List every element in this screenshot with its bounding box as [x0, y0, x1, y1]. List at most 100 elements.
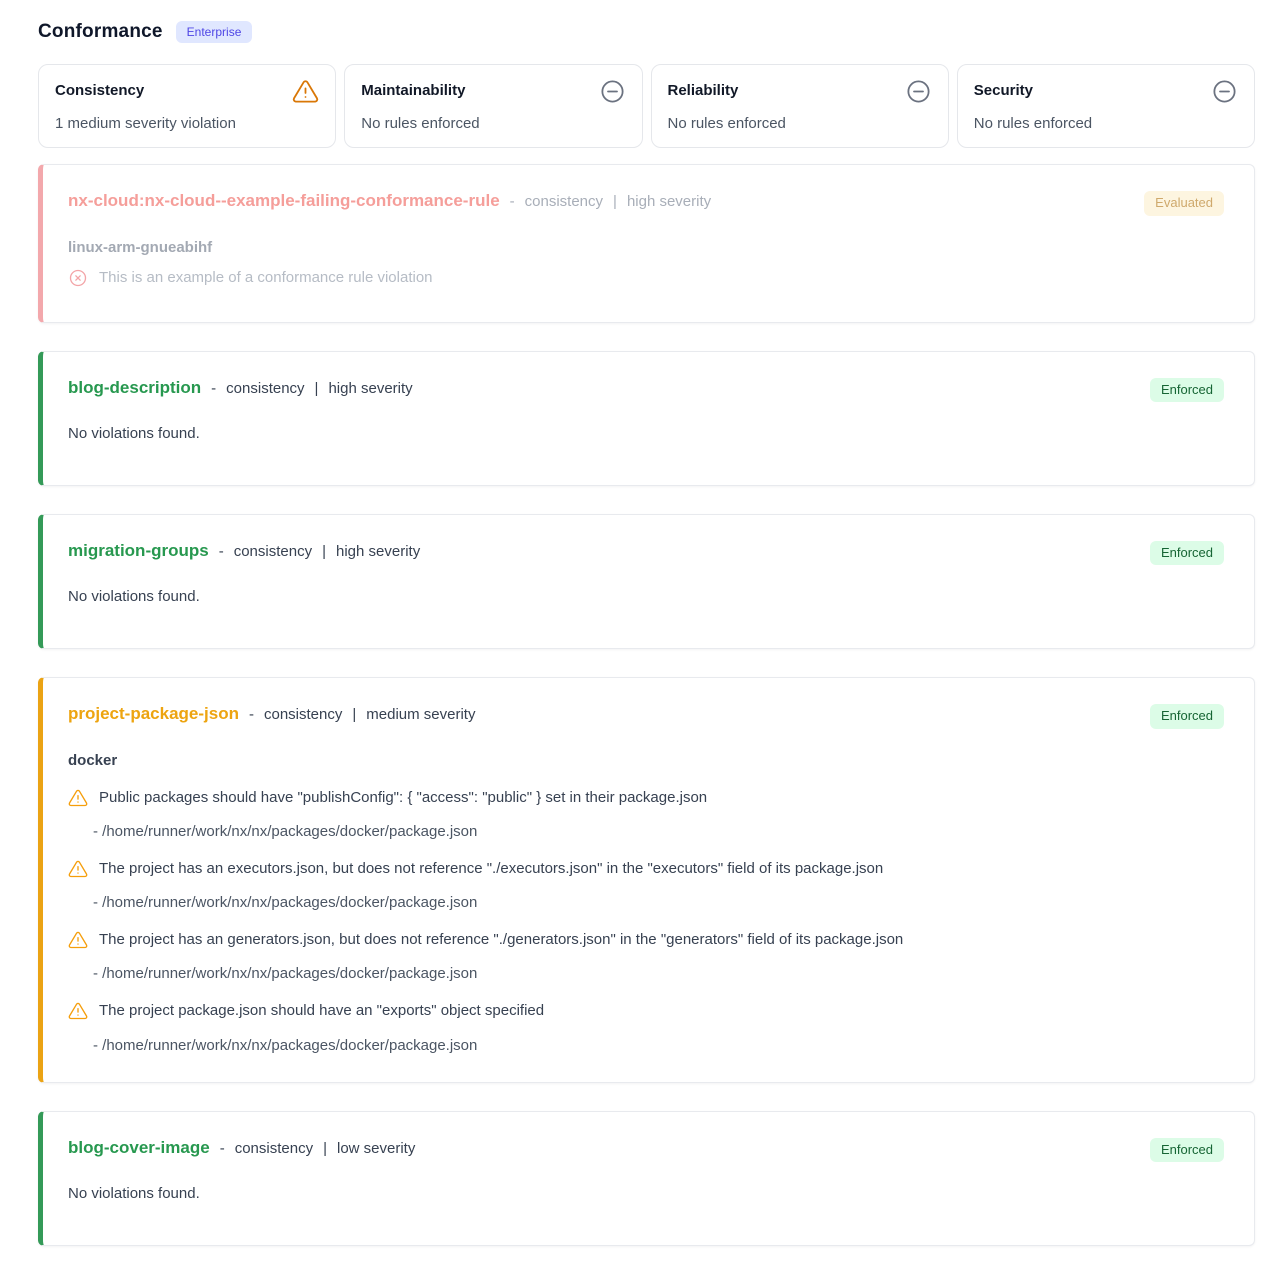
violation-file-path: - /home/runner/work/nx/nx/packages/docke… [68, 1037, 1224, 1054]
enterprise-plan-badge: Enterprise [176, 21, 253, 43]
rule-status-badge: Enforced [1150, 1138, 1224, 1162]
minus-circle-icon [599, 78, 626, 105]
rule-card: blog-cover-image - consistency | low sev… [38, 1111, 1255, 1246]
rule-card-header: migration-groups - consistency | high se… [68, 541, 1224, 565]
meta-dash-separator: - [510, 193, 515, 210]
conformance-page: Conformance Enterprise Consistency 1 med… [0, 0, 1287, 1286]
minus-circle-icon [905, 78, 932, 105]
page-title: Conformance [38, 21, 163, 43]
rule-category: consistency [525, 193, 603, 210]
rule-severity: high severity [328, 380, 412, 397]
meta-pipe-separator: | [323, 1140, 327, 1157]
rules-list: nx-cloud:nx-cloud--example-failing-confo… [38, 164, 1255, 1246]
violation-file-path: - /home/runner/work/nx/nx/packages/docke… [68, 894, 1224, 911]
rule-status-badge: Enforced [1150, 541, 1224, 565]
rule-severity: low severity [337, 1140, 415, 1157]
warning-triangle-icon [68, 788, 88, 814]
category-status: No rules enforced [361, 115, 625, 132]
rule-card: blog-description - consistency | high se… [38, 351, 1255, 486]
project-name: linux-arm-gnueabihf [68, 239, 1224, 256]
rule-title-row: migration-groups - consistency | high se… [68, 541, 420, 561]
category-status: No rules enforced [974, 115, 1238, 132]
violation-message-row: This is an example of a conformance rule… [68, 268, 1224, 294]
category-label: Maintainability [361, 78, 465, 99]
meta-pipe-separator: | [315, 380, 319, 397]
rule-name-link[interactable]: nx-cloud:nx-cloud--example-failing-confo… [68, 191, 500, 211]
project-name: docker [68, 752, 1224, 769]
violation-message: This is an example of a conformance rule… [99, 268, 433, 288]
rule-status-badge: Enforced [1150, 704, 1224, 728]
rule-card-body: No violations found. [68, 1185, 1224, 1202]
violation-message: Public packages should have "publishConf… [99, 788, 707, 808]
category-status: No rules enforced [668, 115, 932, 132]
rule-card-body: No violations found. [68, 425, 1224, 442]
category-status: 1 medium severity violation [55, 115, 319, 132]
page-header: Conformance Enterprise [38, 14, 1255, 43]
meta-pipe-separator: | [322, 543, 326, 560]
summary-card-top: Reliability [668, 78, 932, 105]
violation-message-row: The project has an generators.json, but … [68, 930, 1224, 956]
rule-title-row: blog-description - consistency | high se… [68, 378, 413, 398]
minus-circle-icon [1211, 78, 1238, 105]
violation-message-row: The project package.json should have an … [68, 1001, 1224, 1027]
no-violations-text: No violations found. [68, 425, 1224, 442]
violation-item: Public packages should have "publishConf… [68, 788, 1224, 840]
category-summary-card: Consistency 1 medium severity violation [38, 64, 336, 148]
warning-triangle-icon [68, 859, 88, 885]
summary-card-top: Consistency [55, 78, 319, 105]
no-violations-text: No violations found. [68, 1185, 1224, 1202]
category-summary-card: Reliability No rules enforced [651, 64, 949, 148]
meta-pipe-separator: | [613, 193, 617, 210]
category-summary-card: Maintainability No rules enforced [344, 64, 642, 148]
violation-message: The project has an generators.json, but … [99, 930, 903, 950]
rule-name-link[interactable]: blog-description [68, 378, 201, 398]
category-summary-card: Security No rules enforced [957, 64, 1255, 148]
rule-severity: high severity [627, 193, 711, 210]
violation-message-row: Public packages should have "publishConf… [68, 788, 1224, 814]
no-violations-text: No violations found. [68, 588, 1224, 605]
rule-severity: high severity [336, 543, 420, 560]
warning-triangle-icon [68, 930, 88, 956]
meta-dash-separator: - [219, 543, 224, 560]
warning-triangle-icon [292, 78, 319, 105]
rule-status-badge: Evaluated [1144, 191, 1224, 215]
rule-card-header: blog-cover-image - consistency | low sev… [68, 1138, 1224, 1162]
violation-item: This is an example of a conformance rule… [68, 268, 1224, 294]
violation-item: The project package.json should have an … [68, 1001, 1224, 1053]
violation-item: The project has an executors.json, but d… [68, 859, 1224, 911]
meta-dash-separator: - [249, 706, 254, 723]
rule-title-row: project-package-json - consistency | med… [68, 704, 475, 724]
rule-title-row: blog-cover-image - consistency | low sev… [68, 1138, 415, 1158]
rule-name-link[interactable]: project-package-json [68, 704, 239, 724]
rule-name-link[interactable]: blog-cover-image [68, 1138, 210, 1158]
rule-status-badge: Enforced [1150, 378, 1224, 402]
violation-item: The project has an generators.json, but … [68, 930, 1224, 982]
meta-dash-separator: - [220, 1140, 225, 1157]
rule-category: consistency [235, 1140, 313, 1157]
rule-title-row: nx-cloud:nx-cloud--example-failing-confo… [68, 191, 711, 211]
category-label: Security [974, 78, 1033, 99]
violation-message-row: The project has an executors.json, but d… [68, 859, 1224, 885]
violation-file-path: - /home/runner/work/nx/nx/packages/docke… [68, 965, 1224, 982]
meta-pipe-separator: | [352, 706, 356, 723]
rule-severity: medium severity [366, 706, 475, 723]
violation-message: The project has an executors.json, but d… [99, 859, 883, 879]
rule-card-header: nx-cloud:nx-cloud--example-failing-confo… [68, 191, 1224, 215]
category-label: Reliability [668, 78, 739, 99]
category-label: Consistency [55, 78, 144, 99]
rule-name-link[interactable]: migration-groups [68, 541, 209, 561]
rule-card-body: docker Public packages should have "publi… [68, 752, 1224, 1054]
meta-dash-separator: - [211, 380, 216, 397]
category-summary-row: Consistency 1 medium severity violation … [38, 64, 1255, 148]
summary-card-top: Maintainability [361, 78, 625, 105]
rule-category: consistency [234, 543, 312, 560]
rule-card: project-package-json - consistency | med… [38, 677, 1255, 1082]
summary-card-top: Security [974, 78, 1238, 105]
rule-card: nx-cloud:nx-cloud--example-failing-confo… [38, 164, 1255, 323]
rule-card-body: linux-arm-gnueabihf This is an example of… [68, 239, 1224, 294]
rule-card-header: blog-description - consistency | high se… [68, 378, 1224, 402]
rule-card-body: No violations found. [68, 588, 1224, 605]
rule-category: consistency [264, 706, 342, 723]
rule-card-header: project-package-json - consistency | med… [68, 704, 1224, 728]
warning-triangle-icon [68, 1001, 88, 1027]
